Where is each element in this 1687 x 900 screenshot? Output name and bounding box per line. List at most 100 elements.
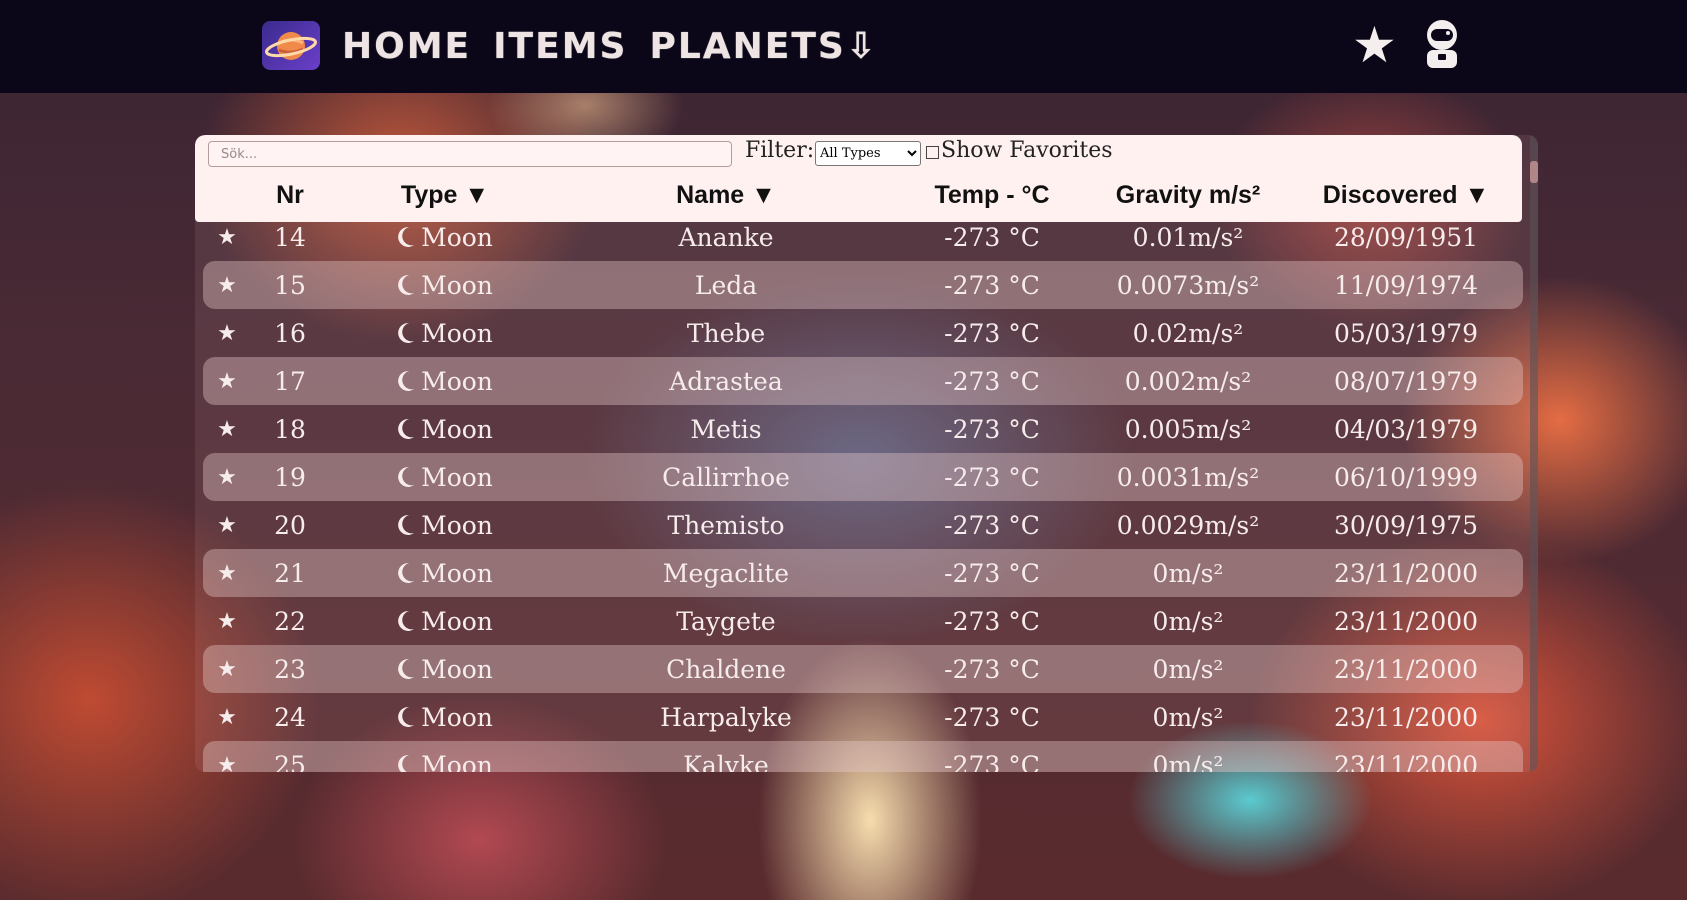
table-row[interactable]: ★ 19 Moon Callirrhoe -273 °C 0.0031m/s² 06/10/…	[203, 453, 1523, 501]
cell-temp: -273 °C	[944, 271, 1040, 300]
cell-type-label: Moon	[421, 367, 493, 396]
favorite-star-icon[interactable]: ★	[217, 705, 237, 730]
table-row[interactable]: ★ 23 Moon Chaldene -273 °C 0m/s² 23/11/2000	[203, 645, 1523, 693]
cell-type-label: Moon	[421, 415, 493, 444]
table-row[interactable]: ★ 16 Moon Thebe -273 °C 0.02m/s² 05/03/1979	[203, 309, 1523, 357]
table-row[interactable]: ★ 15 Moon Leda -273 °C 0.0073m/s² 11/09/1974	[203, 261, 1523, 309]
cell-nr: 16	[274, 319, 306, 348]
cell-nr: 25	[274, 751, 306, 772]
col-header-temp[interactable]: Temp - °C	[934, 181, 1049, 210]
scrollbar-thumb[interactable]	[1530, 161, 1538, 183]
table-row[interactable]: ★ 21 Moon Megaclite -273 °C 0m/s² 23/11/2000	[203, 549, 1523, 597]
type-filter-select[interactable]: All Types	[815, 141, 921, 166]
moon-icon	[398, 370, 415, 391]
cell-temp: -273 °C	[944, 463, 1040, 492]
nav-home-link[interactable]: HOME	[342, 26, 471, 67]
cell-name: Chaldene	[666, 655, 786, 684]
moon-icon	[398, 274, 415, 295]
table-row[interactable]: ★ 18 Moon Metis -273 °C 0.005m/s² 04/03/1979	[203, 405, 1523, 453]
cell-type: Moon	[397, 415, 493, 444]
favorite-star-icon[interactable]: ★	[217, 513, 237, 538]
cell-type-label: Moon	[421, 463, 493, 492]
cell-nr: 22	[274, 607, 306, 636]
cell-temp: -273 °C	[944, 223, 1040, 252]
cell-type: Moon	[397, 463, 493, 492]
favorite-star-icon[interactable]: ★	[217, 609, 237, 634]
moon-icon	[398, 418, 415, 439]
nav-planets-link[interactable]: PLANETS⇩	[649, 26, 878, 67]
favorite-star-icon[interactable]: ★	[217, 273, 237, 298]
col-header-name[interactable]: Name ▼	[676, 181, 776, 210]
table-row[interactable]: ★ 24 Moon Harpalyke -273 °C 0m/s² 23/11/2000	[203, 693, 1523, 741]
favorites-star-icon[interactable]: ★	[1352, 20, 1397, 70]
favorite-star-icon[interactable]: ★	[217, 321, 237, 346]
cell-gravity: 0.02m/s²	[1132, 319, 1244, 348]
col-header-discovered[interactable]: Discovered ▼	[1323, 181, 1489, 210]
cell-name: Taygete	[676, 607, 776, 636]
col-header-nr[interactable]: Nr	[276, 181, 304, 210]
cell-discovered: 04/03/1979	[1333, 415, 1479, 444]
celestial-table-panel: Filter: All Types Show Favorites Nr Type…	[195, 135, 1538, 772]
favorite-star-icon[interactable]: ★	[217, 753, 237, 772]
moon-icon	[398, 514, 415, 535]
astronaut-profile-icon[interactable]	[1418, 17, 1466, 73]
cell-type: Moon	[397, 751, 493, 772]
favorite-star-icon[interactable]: ★	[217, 225, 237, 250]
cell-type: Moon	[397, 703, 493, 732]
cell-name: Kalyke	[683, 751, 769, 772]
cell-type: Moon	[397, 271, 493, 300]
cell-nr: 23	[274, 655, 306, 684]
cell-gravity: 0.002m/s²	[1124, 367, 1252, 396]
cell-temp: -273 °C	[944, 511, 1040, 540]
show-favorites-toggle[interactable]: Show Favorites	[926, 138, 1113, 163]
cell-temp: -273 °C	[944, 607, 1040, 636]
cell-gravity: 0.005m/s²	[1124, 415, 1252, 444]
cell-gravity: 0.0073m/s²	[1116, 271, 1260, 300]
cell-discovered: 28/09/1951	[1333, 223, 1479, 252]
favorite-star-icon[interactable]: ★	[217, 369, 237, 394]
cell-type-label: Moon	[421, 223, 493, 252]
cell-type: Moon	[397, 511, 493, 540]
cell-temp: -273 °C	[944, 751, 1040, 772]
cell-temp: -273 °C	[944, 415, 1040, 444]
moon-icon	[398, 466, 415, 487]
cell-gravity: 0.0029m/s²	[1116, 511, 1260, 540]
cell-name: Metis	[690, 415, 762, 444]
favorite-star-icon[interactable]: ★	[217, 657, 237, 682]
cell-discovered: 23/11/2000	[1333, 559, 1479, 588]
cell-type: Moon	[397, 367, 493, 396]
moon-icon	[398, 226, 415, 247]
table-row[interactable]: ★ 25 Moon Kalyke -273 °C 0m/s² 23/11/2000	[203, 741, 1523, 772]
table-row[interactable]: ★ 20 Moon Themisto -273 °C 0.0029m/s² 30/09/19…	[203, 501, 1523, 549]
cell-nr: 14	[274, 223, 306, 252]
show-favorites-label: Show Favorites	[941, 138, 1113, 163]
cell-temp: -273 °C	[944, 367, 1040, 396]
favorites-checkbox[interactable]	[926, 145, 939, 159]
scrollbar-track[interactable]	[1530, 135, 1538, 772]
cell-type-label: Moon	[421, 559, 493, 588]
moon-icon	[398, 706, 415, 727]
nav-items-link[interactable]: ITEMS	[493, 26, 627, 67]
search-input[interactable]	[208, 141, 732, 167]
cell-discovered: 23/11/2000	[1333, 751, 1479, 772]
cell-type: Moon	[397, 607, 493, 636]
favorite-star-icon[interactable]: ★	[217, 465, 237, 490]
cell-discovered: 23/11/2000	[1333, 703, 1479, 732]
table-row[interactable]: ★ 17 Moon Adrastea -273 °C 0.002m/s² 08/07/197…	[203, 357, 1523, 405]
moon-icon	[398, 322, 415, 343]
cell-nr: 21	[274, 559, 306, 588]
main-nav: HOME ITEMS PLANETS⇩	[342, 22, 878, 70]
moon-icon	[398, 562, 415, 583]
favorite-star-icon[interactable]: ★	[217, 417, 237, 442]
favorite-star-icon[interactable]: ★	[217, 561, 237, 586]
col-header-type[interactable]: Type ▼	[401, 181, 489, 210]
cell-nr: 24	[274, 703, 306, 732]
cell-nr: 15	[274, 271, 306, 300]
cell-name: Callirrhoe	[662, 463, 790, 492]
table-row[interactable]: ★ 22 Moon Taygete -273 °C 0m/s² 23/11/2000	[203, 597, 1523, 645]
cell-type-label: Moon	[421, 271, 493, 300]
col-header-gravity[interactable]: Gravity m/s²	[1116, 181, 1261, 210]
cell-discovered: 30/09/1975	[1333, 511, 1479, 540]
planet-logo-icon[interactable]	[262, 21, 320, 70]
cell-discovered: 23/11/2000	[1333, 607, 1479, 636]
